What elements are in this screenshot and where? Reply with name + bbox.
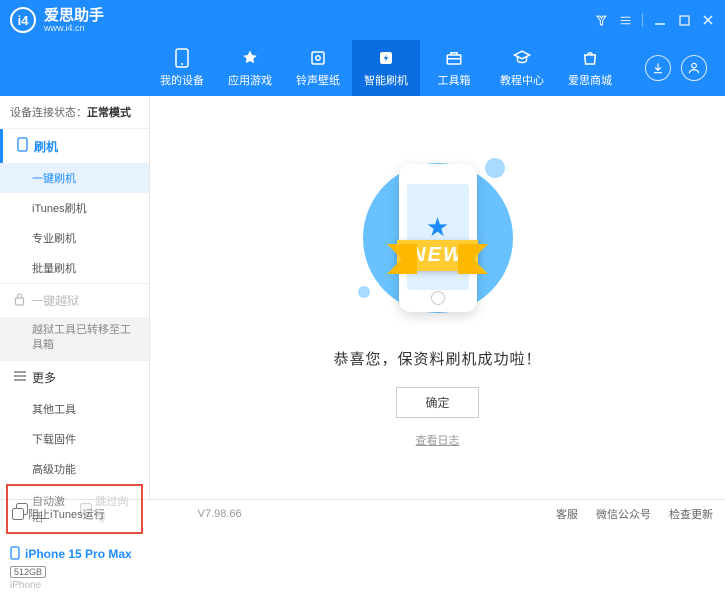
sidebar-item-pro[interactable]: 专业刷机 [0, 223, 149, 253]
success-illustration: ★ NEW [338, 148, 538, 328]
sidebar-item-advanced[interactable]: 高级功能 [0, 454, 149, 484]
version-label: V7.98.66 [198, 508, 242, 520]
sidebar-head-flash[interactable]: 刷机 [0, 129, 149, 163]
phone-icon [17, 137, 28, 155]
device-phone-icon [10, 546, 20, 563]
nav-tutorial[interactable]: 教程中心 [488, 40, 556, 96]
nav-label: 我的设备 [160, 72, 204, 88]
toolbox-icon [444, 48, 464, 68]
footer-link-update[interactable]: 检查更新 [669, 506, 713, 522]
separator [642, 13, 643, 27]
device-type: iPhone [10, 580, 139, 591]
sidebar-head-more[interactable]: 更多 [0, 361, 149, 394]
nav-label: 智能刷机 [364, 72, 408, 88]
sidebar-head-label: 更多 [32, 369, 56, 386]
nav-toolbox[interactable]: 工具箱 [420, 40, 488, 96]
theme-icon[interactable] [594, 13, 608, 27]
nav-my-device[interactable]: 我的设备 [148, 40, 216, 96]
nav-apps[interactable]: 应用游戏 [216, 40, 284, 96]
sidebar-item-itunes[interactable]: iTunes刷机 [0, 193, 149, 223]
phone-icon [172, 48, 192, 68]
ringtone-icon [308, 48, 328, 68]
sidebar-head-jailbreak: 一键越狱 [0, 284, 149, 317]
nav-label: 应用游戏 [228, 72, 272, 88]
more-icon [14, 370, 26, 384]
menu-icon[interactable] [618, 13, 632, 27]
logo-icon: i4 [10, 7, 36, 33]
nav-label: 爱思商城 [568, 72, 612, 88]
connection-status: 设备连接状态：正常模式 [0, 96, 149, 128]
nav-ringtone[interactable]: 铃声壁纸 [284, 40, 352, 96]
close-icon[interactable] [701, 13, 715, 27]
flash-icon [376, 48, 396, 68]
sidebar-item-jailbreak-note[interactable]: 越狱工具已转移至工具箱 [0, 317, 149, 360]
sidebar-item-other-tools[interactable]: 其他工具 [0, 394, 149, 424]
apps-icon [240, 48, 260, 68]
device-storage: 512GB [10, 566, 46, 578]
device-info[interactable]: iPhone 15 Pro Max 512GB iPhone [0, 540, 149, 597]
lock-icon [14, 293, 25, 309]
sidebar-item-batch[interactable]: 批量刷机 [0, 253, 149, 283]
sidebar-head-label: 一键越狱 [31, 292, 79, 309]
minimize-icon[interactable] [653, 13, 667, 27]
app-url: www.i4.cn [44, 23, 104, 33]
tutorial-icon [512, 48, 532, 68]
nav-smart-flash[interactable]: 智能刷机 [352, 40, 420, 96]
ok-button[interactable]: 确定 [396, 387, 478, 418]
sidebar-item-oneclick[interactable]: 一键刷机 [0, 163, 149, 193]
maximize-icon[interactable] [677, 13, 691, 27]
block-itunes-checkbox[interactable]: 阻止iTunes运行 [12, 506, 105, 522]
device-name: iPhone 15 Pro Max [25, 547, 132, 561]
success-message: 恭喜您，保资料刷机成功啦！ [333, 348, 541, 369]
download-button[interactable] [645, 55, 671, 81]
sidebar-head-label: 刷机 [34, 138, 58, 155]
footer-link-support[interactable]: 客服 [556, 506, 578, 522]
nav-label: 铃声壁纸 [296, 72, 340, 88]
store-icon [580, 48, 600, 68]
user-button[interactable] [681, 55, 707, 81]
new-ribbon: NEW [397, 240, 478, 271]
sidebar-item-download-fw[interactable]: 下载固件 [0, 424, 149, 454]
app-name: 爱思助手 [44, 8, 104, 23]
view-log-link[interactable]: 查看日志 [416, 432, 460, 448]
nav-label: 工具箱 [438, 72, 471, 88]
nav-label: 教程中心 [500, 72, 544, 88]
nav-store[interactable]: 爱思商城 [556, 40, 624, 96]
footer-link-wechat[interactable]: 微信公众号 [596, 506, 651, 522]
app-logo: i4 爱思助手 www.i4.cn [10, 7, 104, 33]
